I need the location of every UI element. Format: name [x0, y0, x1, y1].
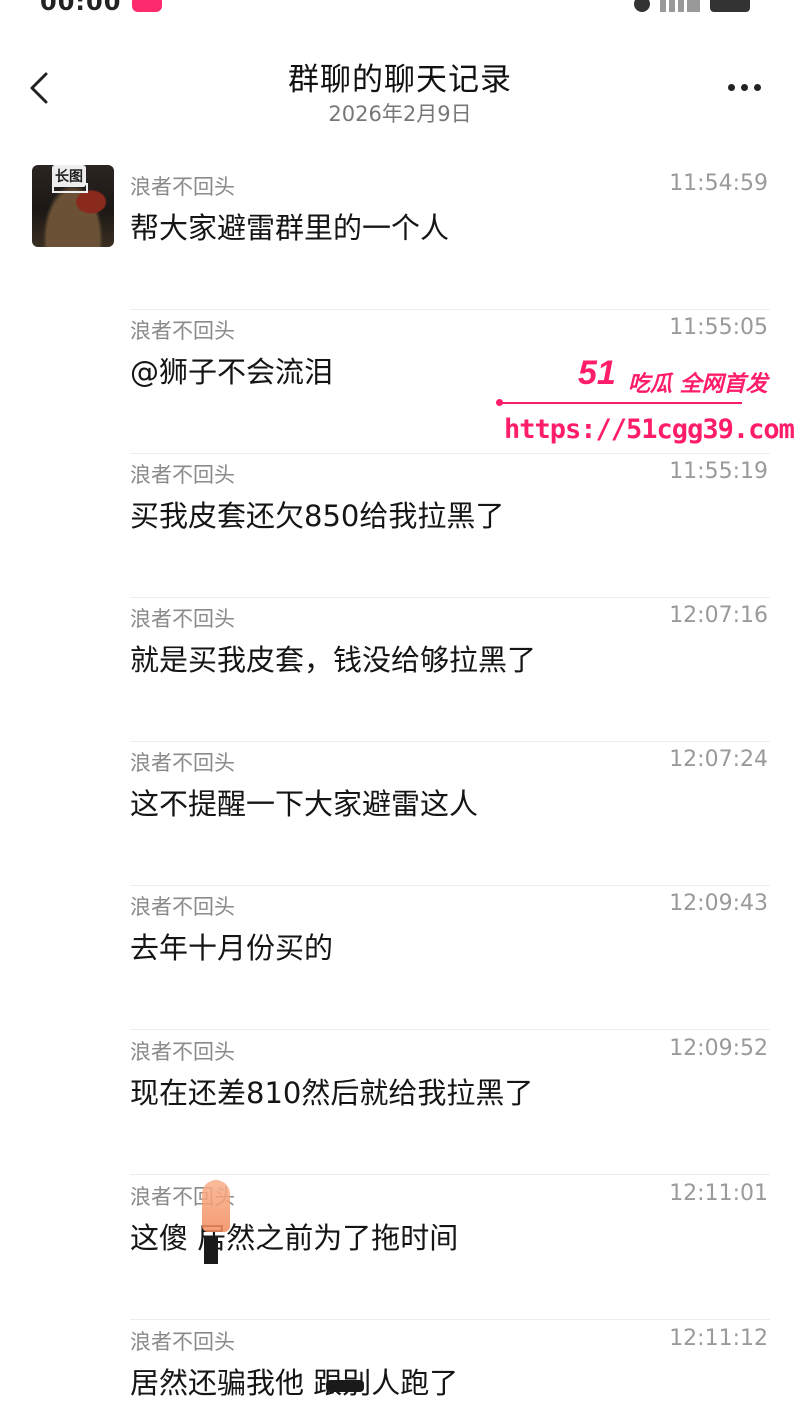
watermark-logo: 51 [578, 354, 616, 392]
more-dot [753, 83, 761, 91]
message-sender: 浪者不回头 [130, 751, 235, 775]
battery-icon [710, 0, 750, 12]
more-button[interactable] [724, 72, 764, 102]
message-time: 12:11:12 [669, 1326, 768, 1351]
redaction-mark [326, 1380, 364, 1392]
message-item[interactable]: 浪者不回头 12:07:16 就是买我皮套，钱没给够拉黑了 [130, 597, 770, 742]
message-item[interactable]: 浪者不回头 12:07:24 这不提醒一下大家避雷这人 [130, 741, 770, 886]
message-sender: 浪者不回头 [130, 319, 235, 343]
status-icons [634, 0, 750, 12]
message-text: 这不提醒一下大家避雷这人 [130, 787, 479, 821]
sender-avatar[interactable]: 长图 [32, 165, 114, 247]
message-item[interactable]: 浪者不回头 12:09:52 现在还差810然后就给我拉黑了 [130, 1030, 770, 1175]
watermark-url: https://51cgg39.com [504, 414, 795, 445]
finger-redaction [202, 1180, 230, 1232]
redaction-mark [204, 1236, 218, 1264]
message-text: 现在还差810然后就给我拉黑了 [130, 1076, 534, 1110]
page-date: 2026年2月9日 [328, 102, 472, 126]
message-text: 居然还骗我他 跟别人跑了 [130, 1366, 459, 1400]
message-time: 12:07:16 [669, 603, 768, 628]
message-time: 12:09:43 [669, 891, 768, 916]
message-text: 就是买我皮套，钱没给够拉黑了 [130, 643, 537, 677]
message-text: @狮子不会流泪 [130, 355, 334, 389]
message-sender: 浪者不回头 [130, 607, 235, 631]
message-time: 12:07:24 [669, 747, 768, 772]
message-text: 去年十月份买的 [130, 931, 334, 965]
message-sender: 浪者不回头 [130, 1040, 235, 1064]
long-image-bracket-icon [52, 183, 88, 193]
message-text: 帮大家避雷群里的一个人 [130, 211, 450, 245]
message-item[interactable]: 浪者不回头 12:11:12 居然还骗我他 跟别人跑了 [130, 1320, 770, 1408]
more-dot [740, 83, 748, 91]
message-time: 12:09:52 [669, 1036, 768, 1061]
message-time: 11:55:05 [669, 315, 768, 340]
watermark-slogan: 吃瓜 全网首发 [628, 372, 768, 397]
message-sender: 浪者不回头 [130, 895, 235, 919]
watermark-underline [496, 399, 742, 406]
message-text: 这傻 居然之前为了拖时间 [130, 1221, 459, 1255]
message-item[interactable]: 浪者不回头 12:09:43 去年十月份买的 [130, 885, 770, 1030]
page-title: 群聊的聊天记录 [288, 62, 512, 98]
more-horizontal-icon [727, 83, 735, 91]
message-time: 11:54:59 [669, 171, 768, 196]
status-time: 00:00 [40, 0, 122, 14]
chat-history-header: 群聊的聊天记录 2026年2月9日 [0, 40, 800, 140]
message-time: 11:55:19 [669, 459, 768, 484]
message-item[interactable]: 浪者不回头 11:54:59 帮大家避雷群里的一个人 [130, 165, 770, 310]
message-sender: 浪者不回头 [130, 463, 235, 487]
message-item[interactable]: 浪者不回头 11:55:19 买我皮套还欠850给我拉黑了 [130, 453, 770, 598]
watermark: 51 吃瓜 全网首发 https://51cgg39.com [496, 352, 800, 452]
signal-icon [660, 0, 700, 12]
message-sender: 浪者不回头 [130, 175, 235, 199]
notification-badge-icon [132, 0, 162, 12]
status-bar: 00:00 [0, 0, 800, 14]
alarm-icon [634, 0, 650, 12]
message-text: 买我皮套还欠850给我拉黑了 [130, 499, 505, 533]
message-sender: 浪者不回头 [130, 1330, 235, 1354]
message-time: 12:11:01 [669, 1181, 768, 1206]
